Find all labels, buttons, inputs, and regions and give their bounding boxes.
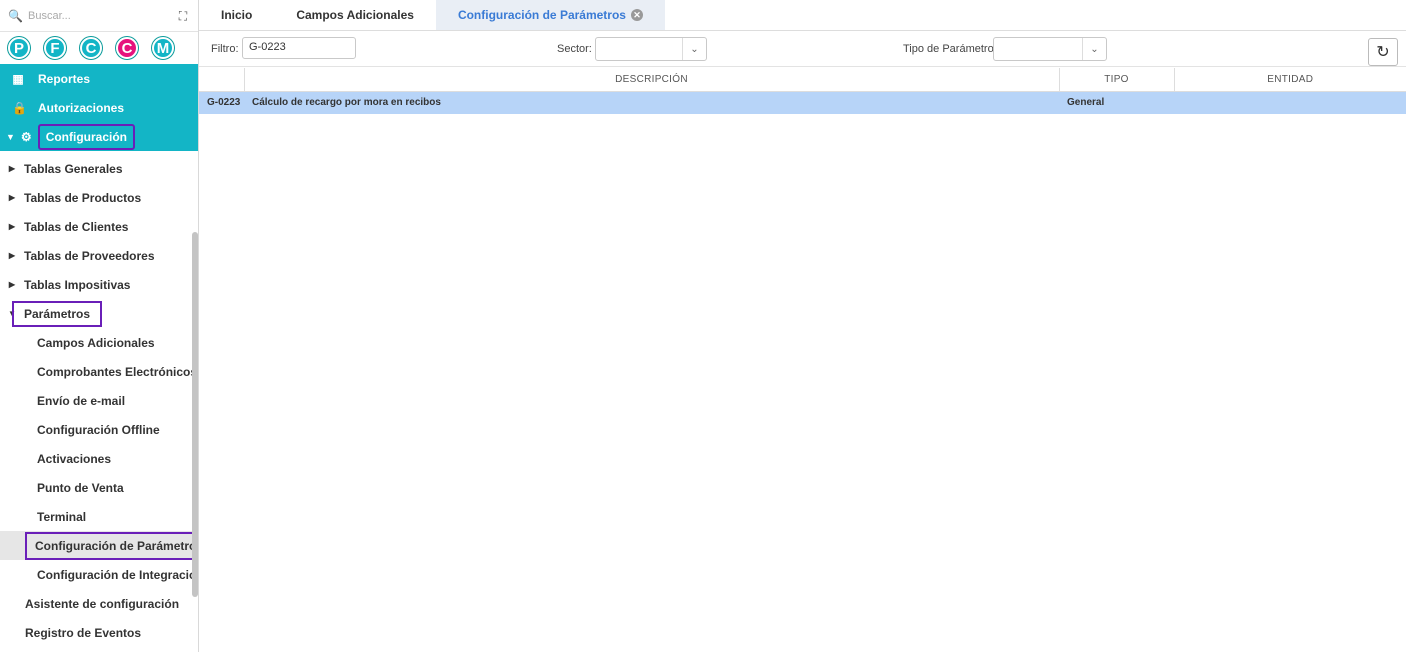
- parameters-table: DESCRIPCIÓN TIPO ENTIDAD G-0223 Cálculo …: [199, 68, 1406, 114]
- tab-configuracion-parametros[interactable]: Configuración de Parámetros ✕: [435, 0, 665, 30]
- sidebar-item-campos-adicionales[interactable]: Campos Adicionales: [0, 328, 198, 357]
- sidebar-item-configuracion-offline[interactable]: Configuración Offline: [0, 415, 198, 444]
- sidebar-item-tablas-impositivas[interactable]: ▶ Tablas Impositivas: [0, 270, 198, 299]
- sidebar-item-tablas-proveedores[interactable]: ▶ Tablas de Proveedores: [0, 241, 198, 270]
- sidebar-item-tablas-generales[interactable]: ▶ Tablas Generales: [0, 154, 198, 183]
- sidebar-item-label: Terminal: [37, 509, 87, 524]
- tab-bar: Inicio Campos Adicionales Configuración …: [199, 0, 1406, 31]
- sidebar-menu: ▶ Tablas Generales ▶ Tablas de Productos ▶…: [0, 151, 198, 647]
- avatar[interactable]: C: [116, 37, 138, 59]
- sidebar-module-block: ▦ Reportes 🔒 Autorizaciones ▼ ⚙ Configur…: [0, 64, 198, 151]
- caret-right-icon: ▶: [8, 164, 16, 173]
- column-header-entidad[interactable]: ENTIDAD: [1174, 68, 1406, 92]
- caret-right-icon: ▶: [8, 193, 16, 202]
- tab-inicio[interactable]: Inicio: [199, 0, 274, 30]
- gears-icon: ⚙: [20, 129, 32, 144]
- sidebar-item-label: Tablas de Productos: [24, 190, 142, 205]
- cell-tipo: General: [1059, 91, 1174, 114]
- sidebar-item-label: Parámetros: [12, 300, 103, 327]
- close-icon[interactable]: ✕: [630, 8, 643, 21]
- sidebar-item-terminal[interactable]: Terminal: [0, 502, 198, 531]
- sidebar-item-label: Configuración Offline: [37, 422, 160, 437]
- sidebar-search[interactable]: 🔍 Buscar... ⛶: [0, 0, 198, 32]
- tab-label: Configuración de Parámetros: [457, 7, 626, 22]
- sidebar-item-label: Tablas de Proveedores: [24, 248, 155, 263]
- sidebar-item-label: Tablas Generales: [24, 161, 123, 176]
- sidebar-item-reportes[interactable]: ▦ Reportes: [0, 64, 198, 93]
- sidebar-item-asistente[interactable]: Asistente de configuración: [0, 589, 198, 618]
- sidebar-item-punto-de-venta[interactable]: Punto de Venta: [0, 473, 198, 502]
- caret-right-icon: ▶: [8, 251, 16, 260]
- caret-down-icon: ▼: [6, 131, 15, 142]
- tab-label: Campos Adicionales: [296, 7, 414, 22]
- sidebar-item-label: Tablas Impositivas: [24, 277, 131, 292]
- sidebar-item-label: Asistente de configuración: [25, 596, 180, 611]
- filter-bar: Filtro: G-0223 Sector: ⌄ Tipo de Parámet…: [199, 31, 1406, 67]
- sidebar-item-label: Reportes: [38, 71, 91, 86]
- expand-icon[interactable]: ⛶: [176, 9, 190, 23]
- search-icon: 🔍: [8, 8, 23, 23]
- table-row[interactable]: G-0223 Cálculo de recargo por mora en re…: [199, 91, 1406, 114]
- sidebar-item-label: Configuración de Parámetros: [25, 531, 198, 560]
- cell-code: G-0223: [199, 91, 244, 114]
- chevron-down-icon: ⌄: [1082, 38, 1106, 60]
- tipo-parametro-select[interactable]: ⌄: [993, 37, 1107, 61]
- sidebar-item-label: Registro de Eventos: [25, 625, 142, 640]
- tab-campos-adicionales[interactable]: Campos Adicionales: [274, 0, 436, 30]
- sidebar-item-configuracion-parametros[interactable]: Configuración de Parámetros: [0, 531, 198, 560]
- column-header-tipo[interactable]: TIPO: [1059, 68, 1175, 92]
- chevron-down-icon: ⌄: [682, 38, 706, 60]
- sidebar-item-label: Tablas de Clientes: [24, 219, 129, 234]
- sidebar-item-label: Configuración: [37, 123, 136, 150]
- sidebar-item-registro-eventos[interactable]: Registro de Eventos: [0, 618, 198, 647]
- cell-entidad: [1174, 91, 1406, 114]
- caret-right-icon: ▶: [8, 280, 16, 289]
- sector-select[interactable]: ⌄: [595, 37, 707, 61]
- sidebar-item-comprobantes-electronicos[interactable]: Comprobantes Electrónicos: [0, 357, 198, 386]
- sidebar-item-autorizaciones[interactable]: 🔒 Autorizaciones: [0, 93, 198, 122]
- sidebar-item-label: Comprobantes Electrónicos: [37, 364, 198, 379]
- sidebar-item-tablas-clientes[interactable]: ▶ Tablas de Clientes: [0, 212, 198, 241]
- sidebar-item-configuracion-integraciones[interactable]: Configuración de Integracione: [0, 560, 198, 589]
- refresh-button[interactable]: ↻: [1368, 38, 1398, 66]
- sidebar-item-label: Autorizaciones: [38, 100, 125, 115]
- report-icon: ▦: [12, 71, 24, 86]
- sidebar-item-tablas-productos[interactable]: ▶ Tablas de Productos: [0, 183, 198, 212]
- column-header-descripcion[interactable]: DESCRIPCIÓN: [244, 68, 1060, 92]
- avatar[interactable]: M: [152, 37, 174, 59]
- sidebar-item-label: Envío de e-mail: [37, 393, 126, 408]
- sidebar-scrollbar[interactable]: [192, 232, 198, 597]
- filtro-label: Filtro:: [211, 42, 239, 55]
- filtro-input[interactable]: G-0223: [242, 37, 356, 59]
- sidebar-item-label: Campos Adicionales: [37, 335, 155, 350]
- caret-right-icon: ▶: [8, 222, 16, 231]
- search-input[interactable]: Buscar...: [28, 10, 176, 22]
- cell-descripcion: Cálculo de recargo por mora en recibos: [244, 91, 1059, 114]
- avatar[interactable]: C: [80, 37, 102, 59]
- lock-icon: 🔒: [12, 100, 27, 115]
- sidebar-item-parametros[interactable]: ▼ Parámetros: [0, 299, 198, 328]
- sidebar: 🔍 Buscar... ⛶ P F C C M ▦ Reportes 🔒 Aut…: [0, 0, 199, 652]
- tab-label: Inicio: [221, 7, 253, 22]
- sidebar-item-activaciones[interactable]: Activaciones: [0, 444, 198, 473]
- sector-label: Sector:: [557, 42, 592, 55]
- avatar[interactable]: F: [44, 37, 66, 59]
- avatar-row: P F C C M: [0, 32, 198, 64]
- column-header-code: [199, 68, 245, 92]
- avatar[interactable]: P: [8, 37, 30, 59]
- sidebar-item-envio-email[interactable]: Envío de e-mail: [0, 386, 198, 415]
- main-panel: Inicio Campos Adicionales Configuración …: [199, 0, 1406, 652]
- sidebar-item-configuracion[interactable]: ▼ ⚙ Configuración: [0, 122, 198, 151]
- table-header-row: DESCRIPCIÓN TIPO ENTIDAD: [199, 68, 1406, 92]
- tipo-parametro-label: Tipo de Parámetro:: [903, 42, 997, 55]
- sidebar-item-label: Configuración de Integracione: [37, 567, 199, 582]
- sidebar-item-label: Punto de Venta: [37, 480, 124, 495]
- refresh-icon: ↻: [1376, 44, 1390, 61]
- sidebar-item-label: Activaciones: [37, 451, 112, 466]
